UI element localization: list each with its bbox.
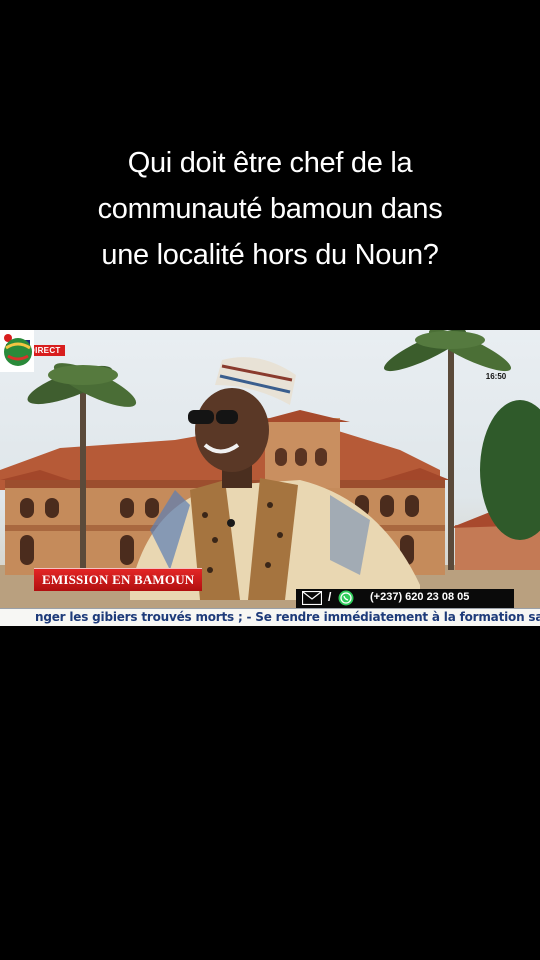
ticker-text: nger les gibiers trouvés morts ; - Se re… [35, 610, 540, 624]
caption-line-2: communauté bamoun dans [97, 193, 443, 225]
caption-line-1: Qui doit être chef de la [127, 147, 413, 179]
video-bottom-edge [0, 626, 540, 632]
broadcast-clock: 16:50 [485, 372, 507, 381]
contact-bar: / (+237) 620 23 08 05 [296, 589, 514, 608]
ticker-globe-icon [4, 338, 32, 366]
video-frame[interactable]: DIRECT 16:50 EMISSION EN BAMOUN / (+237)… [0, 330, 540, 632]
news-ticker: nger les gibiers trouvés morts ; - Se re… [0, 608, 540, 627]
show-title-banner: EMISSION EN BAMOUN [34, 568, 203, 591]
contact-separator: / [328, 590, 332, 604]
video-caption: Qui doit être chef de la communauté bamo… [0, 140, 540, 278]
mail-icon [302, 591, 322, 605]
whatsapp-icon [338, 590, 354, 606]
contact-phone: (+237) 620 23 08 05 [370, 591, 470, 603]
caption-line-3: une localité hors du Noun? [101, 239, 439, 271]
